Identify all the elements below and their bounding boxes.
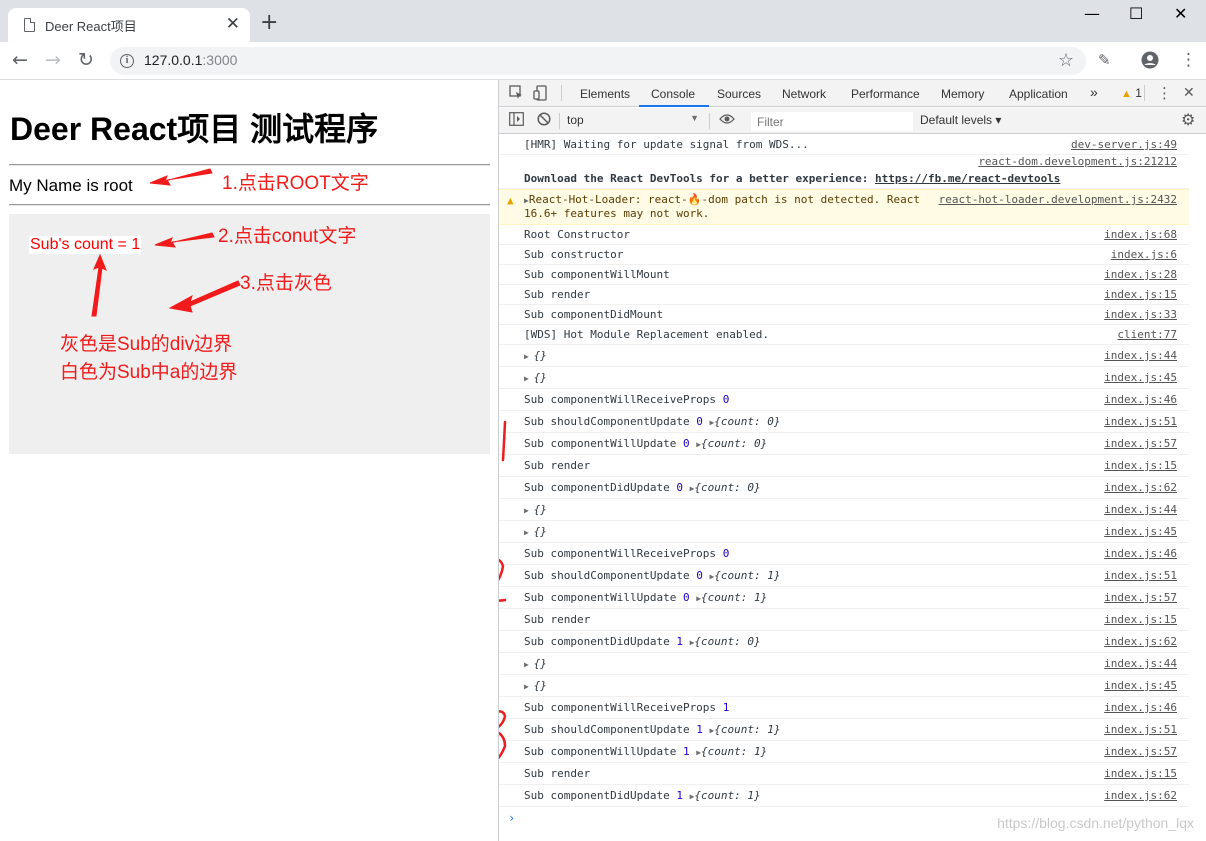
tab-strip: Deer React项目 ✕ + — ☐ ✕ (0, 0, 1206, 42)
new-tab-button[interactable]: + (260, 12, 278, 34)
url-text: 127.0.0.1:3000 (144, 52, 238, 68)
handwritten-marks (499, 420, 507, 760)
annotation-note-white: 白色为Sub中a的边界 (60, 362, 238, 383)
arrow-up-to-link (91, 253, 107, 317)
maximize-button[interactable]: ☐ (1129, 4, 1143, 24)
annotation-step1: 1.点击ROOT文字 (222, 173, 369, 194)
extension-icon[interactable]: ✎ (1098, 51, 1111, 69)
arrow-to-root (149, 168, 213, 186)
tab-title: Deer React项目 (45, 18, 137, 34)
handwritten-mark-1 (501, 420, 507, 462)
handwritten-mark-3 (499, 710, 507, 760)
minimize-button[interactable]: — (1084, 4, 1100, 24)
bookmark-star-icon[interactable]: ☆ (1058, 50, 1074, 71)
info-icon[interactable]: i (120, 54, 134, 68)
forward-button[interactable]: → (45, 49, 61, 71)
browser-toolbar: ← → ↻ i 127.0.0.1:3000 ☆ ✎ ⋮ (0, 42, 1206, 80)
annotation-step3: 3.点击灰色 (240, 273, 332, 294)
annotation-note-gray: 灰色是Sub的div边界 (60, 334, 233, 355)
page-icon (24, 18, 35, 32)
reload-button[interactable]: ↻ (78, 49, 94, 71)
close-tab-icon[interactable]: ✕ (226, 16, 240, 33)
arrow-to-gray (168, 280, 241, 313)
csdn-watermark: https://blog.csdn.net/python_lqx (997, 815, 1194, 831)
arrow-to-count (154, 232, 215, 248)
profile-avatar-icon[interactable] (1141, 51, 1159, 73)
window-close-button[interactable]: ✕ (1174, 4, 1187, 24)
page-viewport: Deer React项目 测试程序 My Name is root Sub's … (0, 80, 498, 841)
address-bar[interactable]: i 127.0.0.1:3000 ☆ (110, 47, 1086, 75)
devtools-panel: Elements Console Sources Network Perform… (498, 80, 1206, 841)
browser-tab[interactable]: Deer React项目 ✕ (8, 8, 250, 42)
annotation-step2: 2.点击conut文字 (218, 226, 357, 247)
chrome-menu-icon[interactable]: ⋮ (1180, 51, 1197, 69)
back-button[interactable]: ← (12, 49, 28, 71)
handwritten-mark-2 (499, 558, 507, 602)
